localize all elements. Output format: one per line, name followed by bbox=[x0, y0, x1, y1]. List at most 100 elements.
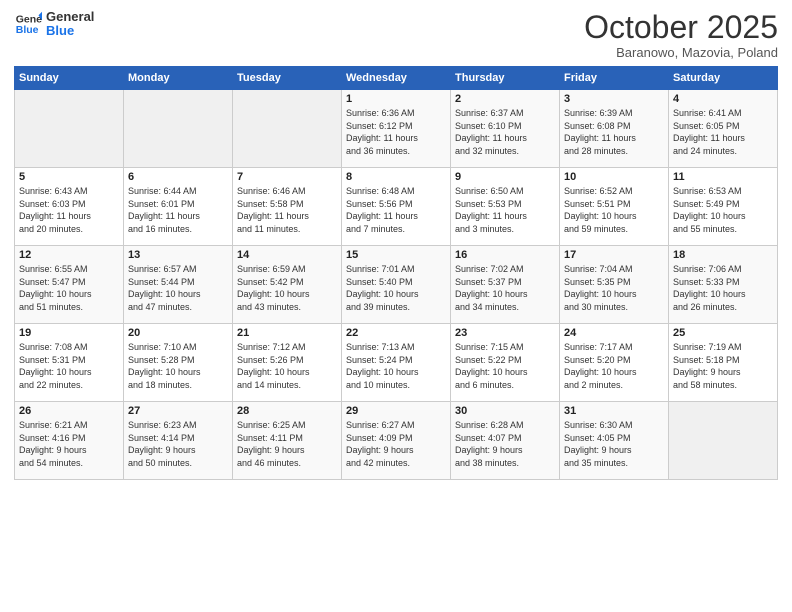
logo: General Blue General Blue bbox=[14, 10, 94, 39]
day-info: Sunrise: 7:13 AM Sunset: 5:24 PM Dayligh… bbox=[346, 341, 446, 391]
day-number: 17 bbox=[564, 249, 664, 261]
day-cell-1-5: 10 Sunrise: 6:52 AM Sunset: 5:51 PM Dayli… bbox=[560, 168, 669, 246]
day-info: Sunrise: 7:06 AM Sunset: 5:33 PM Dayligh… bbox=[673, 263, 773, 313]
logo-text-general: General bbox=[46, 10, 94, 24]
day-info: Sunrise: 6:37 AM Sunset: 6:10 PM Dayligh… bbox=[455, 107, 555, 157]
title-block: October 2025 Baranowo, Mazovia, Poland bbox=[584, 10, 778, 60]
header: General Blue General Blue October 2025 B… bbox=[14, 10, 778, 60]
day-cell-2-0: 12Sunrise: 6:55 AM Sunset: 5:47 PM Dayli… bbox=[15, 246, 124, 324]
day-cell-1-1: 6Sunrise: 6:44 AM Sunset: 6:01 PM Daylig… bbox=[124, 168, 233, 246]
day-cell-0-1 bbox=[124, 90, 233, 168]
day-cell-4-2: 28Sunrise: 6:25 AM Sunset: 4:11 PM Dayli… bbox=[233, 402, 342, 480]
day-number: 20 bbox=[128, 327, 228, 339]
day-number: 13 bbox=[128, 249, 228, 261]
day-number: 8 bbox=[346, 171, 446, 183]
day-number: 27 bbox=[128, 405, 228, 417]
week-row-3: 12Sunrise: 6:55 AM Sunset: 5:47 PM Dayli… bbox=[15, 246, 778, 324]
week-row-1: 1 Sunrise: 6:36 AM Sunset: 6:12 PM Daylig… bbox=[15, 90, 778, 168]
day-cell-4-5: 31Sunrise: 6:30 AM Sunset: 4:05 PM Dayli… bbox=[560, 402, 669, 480]
day-info: Sunrise: 6:59 AM Sunset: 5:42 PM Dayligh… bbox=[237, 263, 337, 313]
day-number: 16 bbox=[455, 249, 555, 261]
day-info: Sunrise: 6:27 AM Sunset: 4:09 PM Dayligh… bbox=[346, 419, 446, 469]
day-number: 21 bbox=[237, 327, 337, 339]
day-info: Sunrise: 6:43 AM Sunset: 6:03 PM Dayligh… bbox=[19, 185, 119, 235]
day-cell-2-1: 13Sunrise: 6:57 AM Sunset: 5:44 PM Dayli… bbox=[124, 246, 233, 324]
day-cell-0-3: 1 Sunrise: 6:36 AM Sunset: 6:12 PM Daylig… bbox=[342, 90, 451, 168]
day-cell-1-2: 7 Sunrise: 6:46 AM Sunset: 5:58 PM Daylig… bbox=[233, 168, 342, 246]
day-info: Sunrise: 6:46 AM Sunset: 5:58 PM Dayligh… bbox=[237, 185, 337, 235]
day-cell-0-2 bbox=[233, 90, 342, 168]
col-thursday: Thursday bbox=[451, 67, 560, 90]
day-info: Sunrise: 7:02 AM Sunset: 5:37 PM Dayligh… bbox=[455, 263, 555, 313]
day-info: Sunrise: 6:21 AM Sunset: 4:16 PM Dayligh… bbox=[19, 419, 119, 469]
day-number: 29 bbox=[346, 405, 446, 417]
day-info: Sunrise: 6:48 AM Sunset: 5:56 PM Dayligh… bbox=[346, 185, 446, 235]
header-row: Sunday Monday Tuesday Wednesday Thursday… bbox=[15, 67, 778, 90]
day-cell-3-6: 25Sunrise: 7:19 AM Sunset: 5:18 PM Dayli… bbox=[669, 324, 778, 402]
day-cell-1-6: 11 Sunrise: 6:53 AM Sunset: 5:49 PM Dayli… bbox=[669, 168, 778, 246]
day-cell-2-2: 14 Sunrise: 6:59 AM Sunset: 5:42 PM Dayli… bbox=[233, 246, 342, 324]
week-row-5: 26 Sunrise: 6:21 AM Sunset: 4:16 PM Dayli… bbox=[15, 402, 778, 480]
day-cell-2-3: 15 Sunrise: 7:01 AM Sunset: 5:40 PM Dayli… bbox=[342, 246, 451, 324]
day-info: Sunrise: 6:25 AM Sunset: 4:11 PM Dayligh… bbox=[237, 419, 337, 469]
day-cell-2-6: 18 Sunrise: 7:06 AM Sunset: 5:33 PM Dayli… bbox=[669, 246, 778, 324]
day-cell-2-5: 17 Sunrise: 7:04 AM Sunset: 5:35 PM Dayli… bbox=[560, 246, 669, 324]
day-cell-3-5: 24 Sunrise: 7:17 AM Sunset: 5:20 PM Dayli… bbox=[560, 324, 669, 402]
logo-text-blue: Blue bbox=[46, 24, 94, 38]
day-info: Sunrise: 6:41 AM Sunset: 6:05 PM Dayligh… bbox=[673, 107, 773, 157]
day-info: Sunrise: 6:52 AM Sunset: 5:51 PM Dayligh… bbox=[564, 185, 664, 235]
day-cell-1-3: 8 Sunrise: 6:48 AM Sunset: 5:56 PM Daylig… bbox=[342, 168, 451, 246]
day-info: Sunrise: 6:55 AM Sunset: 5:47 PM Dayligh… bbox=[19, 263, 119, 313]
day-cell-3-4: 23 Sunrise: 7:15 AM Sunset: 5:22 PM Dayli… bbox=[451, 324, 560, 402]
day-number: 9 bbox=[455, 171, 555, 183]
day-info: Sunrise: 7:12 AM Sunset: 5:26 PM Dayligh… bbox=[237, 341, 337, 391]
day-number: 6 bbox=[128, 171, 228, 183]
day-number: 19 bbox=[19, 327, 119, 339]
day-cell-4-3: 29 Sunrise: 6:27 AM Sunset: 4:09 PM Dayli… bbox=[342, 402, 451, 480]
day-number: 11 bbox=[673, 171, 773, 183]
day-number: 5 bbox=[19, 171, 119, 183]
day-number: 23 bbox=[455, 327, 555, 339]
day-number: 14 bbox=[237, 249, 337, 261]
day-number: 7 bbox=[237, 171, 337, 183]
day-cell-2-4: 16 Sunrise: 7:02 AM Sunset: 5:37 PM Dayli… bbox=[451, 246, 560, 324]
day-info: Sunrise: 6:36 AM Sunset: 6:12 PM Dayligh… bbox=[346, 107, 446, 157]
day-number: 25 bbox=[673, 327, 773, 339]
day-info: Sunrise: 6:23 AM Sunset: 4:14 PM Dayligh… bbox=[128, 419, 228, 469]
day-number: 2 bbox=[455, 93, 555, 105]
col-tuesday: Tuesday bbox=[233, 67, 342, 90]
week-row-2: 5 Sunrise: 6:43 AM Sunset: 6:03 PM Daylig… bbox=[15, 168, 778, 246]
day-number: 3 bbox=[564, 93, 664, 105]
day-cell-0-4: 2 Sunrise: 6:37 AM Sunset: 6:10 PM Daylig… bbox=[451, 90, 560, 168]
day-info: Sunrise: 7:04 AM Sunset: 5:35 PM Dayligh… bbox=[564, 263, 664, 313]
day-cell-0-5: 3 Sunrise: 6:39 AM Sunset: 6:08 PM Daylig… bbox=[560, 90, 669, 168]
day-cell-4-0: 26 Sunrise: 6:21 AM Sunset: 4:16 PM Dayli… bbox=[15, 402, 124, 480]
day-info: Sunrise: 6:28 AM Sunset: 4:07 PM Dayligh… bbox=[455, 419, 555, 469]
day-info: Sunrise: 6:39 AM Sunset: 6:08 PM Dayligh… bbox=[564, 107, 664, 157]
day-number: 4 bbox=[673, 93, 773, 105]
page-container: General Blue General Blue October 2025 B… bbox=[0, 0, 792, 486]
logo-icon: General Blue bbox=[14, 10, 42, 38]
day-cell-4-6 bbox=[669, 402, 778, 480]
day-number: 24 bbox=[564, 327, 664, 339]
svg-text:Blue: Blue bbox=[16, 24, 39, 36]
day-number: 15 bbox=[346, 249, 446, 261]
col-saturday: Saturday bbox=[669, 67, 778, 90]
day-cell-3-2: 21 Sunrise: 7:12 AM Sunset: 5:26 PM Dayli… bbox=[233, 324, 342, 402]
day-number: 26 bbox=[19, 405, 119, 417]
col-wednesday: Wednesday bbox=[342, 67, 451, 90]
day-info: Sunrise: 7:08 AM Sunset: 5:31 PM Dayligh… bbox=[19, 341, 119, 391]
col-monday: Monday bbox=[124, 67, 233, 90]
day-info: Sunrise: 7:01 AM Sunset: 5:40 PM Dayligh… bbox=[346, 263, 446, 313]
day-cell-3-1: 20Sunrise: 7:10 AM Sunset: 5:28 PM Dayli… bbox=[124, 324, 233, 402]
day-cell-4-4: 30 Sunrise: 6:28 AM Sunset: 4:07 PM Dayli… bbox=[451, 402, 560, 480]
day-number: 18 bbox=[673, 249, 773, 261]
day-number: 30 bbox=[455, 405, 555, 417]
day-number: 1 bbox=[346, 93, 446, 105]
day-info: Sunrise: 7:17 AM Sunset: 5:20 PM Dayligh… bbox=[564, 341, 664, 391]
day-number: 10 bbox=[564, 171, 664, 183]
day-info: Sunrise: 6:53 AM Sunset: 5:49 PM Dayligh… bbox=[673, 185, 773, 235]
day-info: Sunrise: 7:15 AM Sunset: 5:22 PM Dayligh… bbox=[455, 341, 555, 391]
calendar-table: Sunday Monday Tuesday Wednesday Thursday… bbox=[14, 66, 778, 480]
day-info: Sunrise: 6:30 AM Sunset: 4:05 PM Dayligh… bbox=[564, 419, 664, 469]
